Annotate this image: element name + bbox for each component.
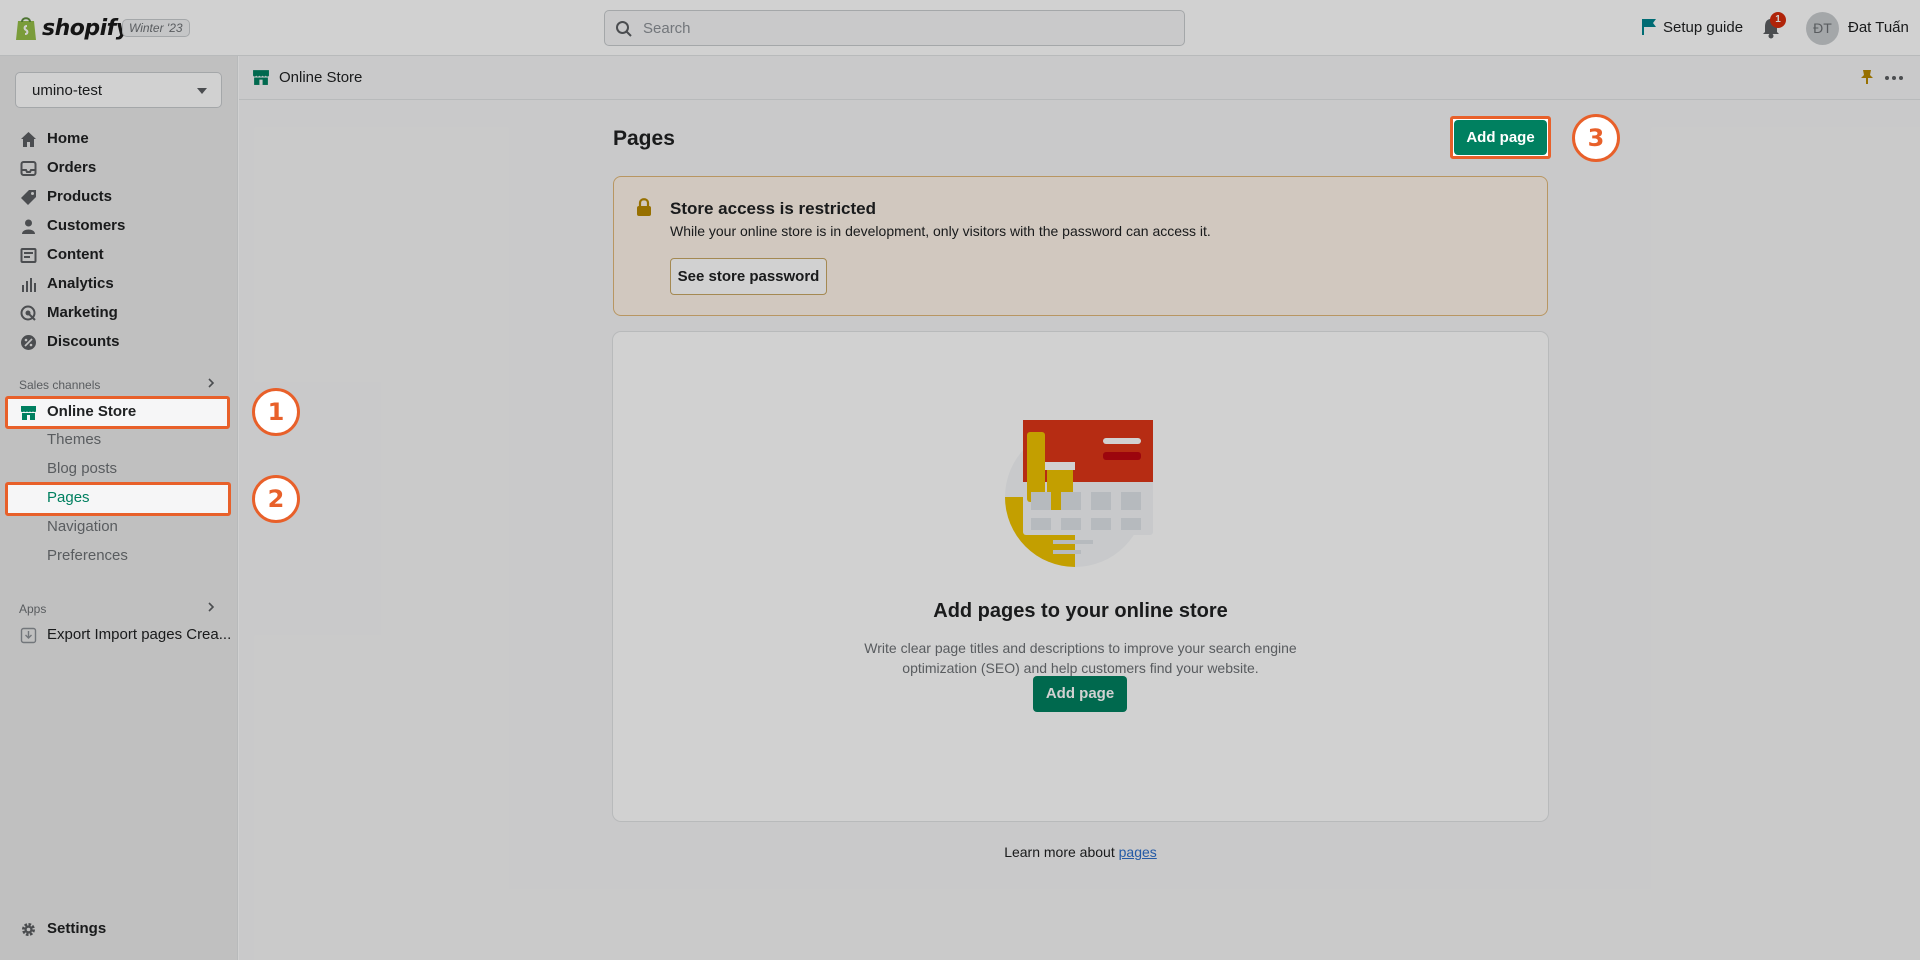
shopify-bag-icon [16, 17, 36, 40]
sidebar-item-content[interactable]: Content [8, 241, 230, 270]
sidebar-item-preferences[interactable]: Preferences [8, 542, 230, 571]
search-placeholder: Search [643, 20, 691, 37]
setup-guide-label: Setup guide [1663, 18, 1744, 36]
sidebar-item-navigation[interactable]: Navigation [8, 513, 230, 542]
sidebar-item-marketing[interactable]: Marketing [8, 299, 230, 328]
sidebar-item-label: Export Import pages Crea... [47, 626, 232, 643]
sidebar-item-label: Settings [47, 920, 107, 937]
main-content: Online Store Pages Add page Store access… [239, 56, 1920, 960]
empty-state-card: Add pages to your online store Write cle… [613, 332, 1548, 821]
sidebar-item-customers[interactable]: Customers [8, 212, 230, 241]
page-title: Pages [613, 127, 675, 150]
step-marker-3: 3 [1572, 114, 1620, 162]
sidebar-item-label: Blog posts [47, 460, 118, 477]
store-name: umino-test [32, 82, 103, 99]
step-marker-2: 2 [252, 475, 300, 523]
chevron-right-icon[interactable] [205, 377, 217, 389]
learn-more-text: Learn more about [1004, 844, 1115, 860]
sidebar-item-online-store[interactable]: Online Store [8, 398, 230, 427]
shopify-logo[interactable]: shopify [14, 14, 130, 42]
chevron-right-icon[interactable] [205, 601, 217, 613]
image-icon [20, 248, 37, 263]
gear-icon [22, 923, 35, 936]
sidebar-item-label: Navigation [47, 518, 118, 535]
app-download-icon [20, 627, 37, 644]
sidebar-item-label: Marketing [47, 304, 118, 321]
sidebar-item-orders[interactable]: Orders [8, 154, 230, 183]
discount-icon [21, 335, 36, 350]
sidebar-item-home[interactable]: Home [8, 125, 230, 154]
store-selector[interactable]: umino-test [15, 72, 222, 108]
step-marker-1: 1 [252, 388, 300, 436]
sidebar-item-label: Online Store [47, 403, 137, 420]
sidebar-item-label: Home [47, 130, 89, 147]
sidebar-item-label: Themes [47, 431, 102, 448]
setup-guide-button[interactable]: Setup guide [1641, 18, 1743, 36]
sidebar-item-pages[interactable]: Pages [8, 484, 230, 513]
search-icon [616, 21, 632, 37]
breadcrumb: Online Store [239, 56, 1920, 100]
pin-icon[interactable] [1860, 69, 1874, 85]
sidebar-item-themes[interactable]: Themes [8, 426, 230, 455]
learn-more: Learn more about pages [613, 844, 1548, 860]
search-input[interactable]: Search [604, 10, 1185, 46]
see-store-password-button[interactable]: See store password [670, 258, 827, 295]
person-icon [22, 219, 35, 234]
store-icon [21, 406, 36, 420]
breadcrumb-label[interactable]: Online Store [279, 69, 362, 86]
pages-illustration [1005, 420, 1153, 567]
add-page-button[interactable]: Add page [1454, 120, 1547, 155]
banner-text: While your online store is in developmen… [670, 223, 1211, 239]
learn-more-link[interactable]: pages [1119, 844, 1157, 860]
top-bar: shopify Winter '23 Search Setup guide 1 … [0, 0, 1920, 56]
shopify-wordmark: shopify [42, 15, 130, 41]
sidebar-item-label: Preferences [47, 547, 128, 564]
sidebar-item-label: Customers [47, 217, 126, 234]
more-horizontal-icon[interactable] [1885, 76, 1903, 80]
apps-heading: Apps [19, 602, 47, 616]
sidebar-item-label: Products [47, 188, 113, 205]
target-icon [20, 305, 36, 321]
flag-icon [1642, 19, 1656, 35]
sidebar-item-label: Orders [47, 159, 97, 176]
add-page-button-empty-state[interactable]: Add page [1033, 676, 1127, 712]
sidebar-item-blog-posts[interactable]: Blog posts [8, 455, 230, 484]
sidebar-item-label: Discounts [47, 333, 120, 350]
banner-title: Store access is restricted [670, 199, 877, 218]
tag-icon [21, 190, 36, 205]
edition-badge: Winter '23 [122, 19, 190, 37]
sidebar-item-label: Content [47, 246, 104, 263]
sidebar-item-settings[interactable]: Settings [8, 915, 230, 944]
sales-channels-heading: Sales channels [19, 378, 101, 392]
store-access-banner: Store access is restricted While your on… [613, 176, 1548, 316]
sidebar-item-products[interactable]: Products [8, 183, 230, 212]
store-icon [253, 70, 269, 85]
sidebar-item-analytics[interactable]: Analytics [8, 270, 230, 299]
sidebar-item-export-import-app[interactable]: Export Import pages Crea... [8, 621, 232, 650]
inbox-icon [20, 161, 37, 176]
empty-state-description: Write clear page titles and descriptions… [864, 640, 1297, 676]
user-name[interactable]: Đat Tuấn [1848, 19, 1909, 36]
empty-state-title: Add pages to your online store [933, 600, 1228, 622]
sidebar-item-label: Pages [47, 489, 90, 506]
caret-down-icon [197, 88, 207, 94]
notification-badge: 1 [1770, 12, 1786, 28]
avatar[interactable]: ĐT [1806, 12, 1839, 45]
bar-chart-icon [22, 278, 36, 292]
lock-icon [637, 198, 651, 216]
sidebar-item-label: Analytics [47, 275, 114, 292]
sidebar-item-discounts[interactable]: Discounts [8, 328, 230, 357]
home-icon [21, 132, 36, 147]
